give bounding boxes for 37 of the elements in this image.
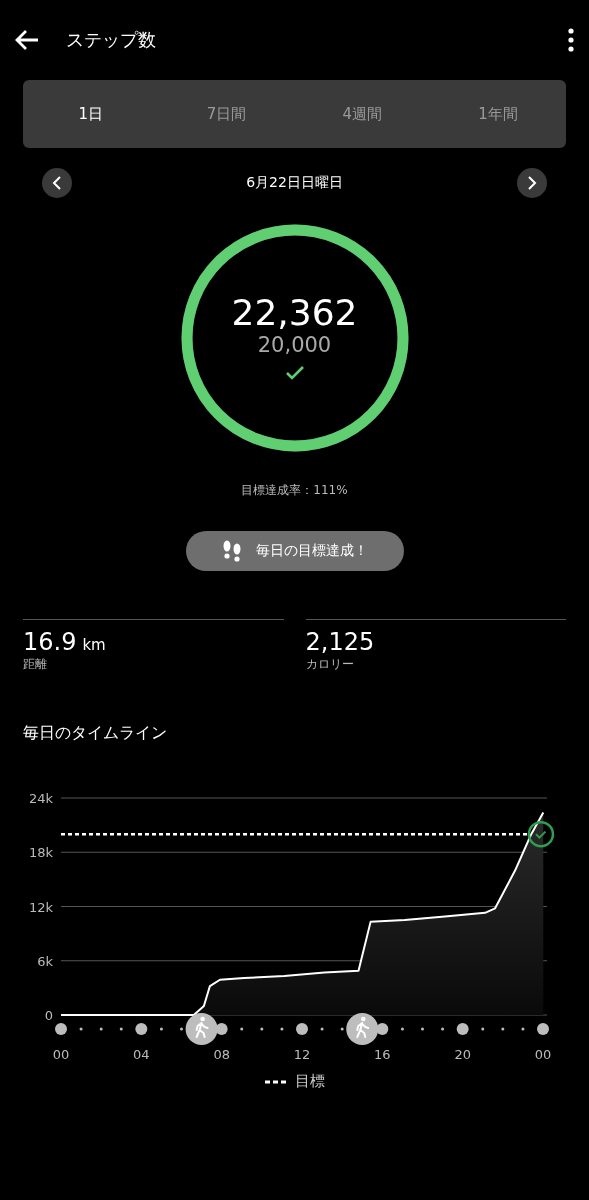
section-title: 毎日のタイムライン xyxy=(22,723,168,744)
stat-value: 16.9 km xyxy=(23,628,107,656)
goal-count: 20,000 xyxy=(257,332,332,357)
check-icon xyxy=(527,820,555,848)
x-tick-label: 12 xyxy=(293,1047,311,1062)
x-tick-label: 04 xyxy=(133,1047,150,1062)
x-tick-label: 16 xyxy=(374,1047,391,1062)
legend-label: 目標 xyxy=(294,1072,325,1091)
previous-button[interactable] xyxy=(42,168,72,198)
next-button[interactable] xyxy=(517,168,547,198)
date-label: 6月22日日曜日 xyxy=(246,174,343,192)
badge-text: 毎日の目標達成！ xyxy=(255,542,368,560)
back-icon[interactable] xyxy=(14,29,40,51)
stat-value: 2,125 xyxy=(305,628,376,656)
x-tick-label: 00 xyxy=(52,1047,70,1062)
period-tab[interactable]: 1日 xyxy=(23,103,159,125)
y-tick-label: 24k xyxy=(28,791,53,806)
x-tick-label: 08 xyxy=(213,1047,230,1062)
step-count: 22,362 xyxy=(231,291,358,333)
y-tick-label: 6k xyxy=(37,953,53,969)
period-tab[interactable]: 1年間 xyxy=(430,103,566,125)
stat-label: カロリー xyxy=(305,656,355,673)
goal-rate: 目標達成率：111% xyxy=(240,482,349,499)
y-tick-label: 18k xyxy=(28,845,53,861)
x-tick-label: 20 xyxy=(454,1047,471,1062)
page-title: ステップ数 xyxy=(66,28,157,52)
chevron-left-icon xyxy=(52,176,62,190)
more-icon[interactable] xyxy=(567,28,575,52)
y-tick-label: 0 xyxy=(44,1008,53,1023)
dashed-line-icon xyxy=(264,1079,287,1084)
chevron-right-icon xyxy=(527,176,537,190)
x-tick-label: 00 xyxy=(534,1047,552,1062)
period-tab[interactable]: 7日間 xyxy=(158,103,295,125)
footprints-icon xyxy=(221,540,242,562)
period-tab[interactable]: 4週間 xyxy=(294,103,431,125)
y-tick-label: 12k xyxy=(28,899,53,915)
stat-label: 距離 xyxy=(23,656,48,673)
